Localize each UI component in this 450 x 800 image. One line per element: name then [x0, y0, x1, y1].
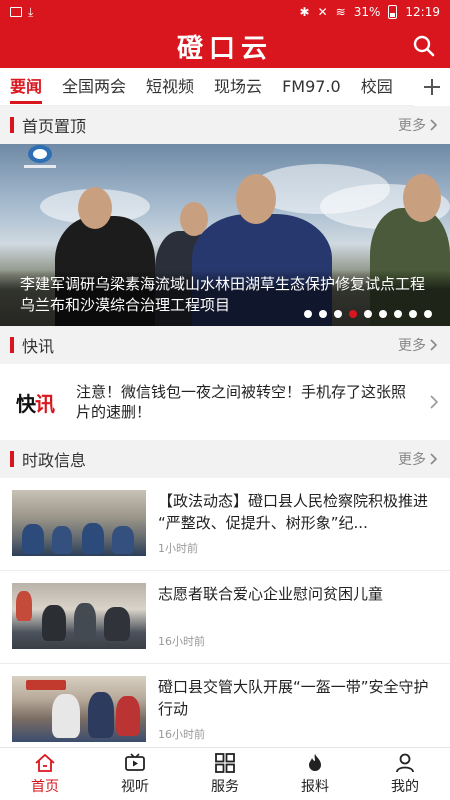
news-thumbnail: [12, 490, 146, 556]
news-item[interactable]: 【政法动态】磴口县人民检察院积极推进 “严整改、促提升、树形象”纪... 1小时…: [0, 478, 450, 571]
carousel-dot: [304, 310, 312, 318]
news-item[interactable]: 磴口县交管大队开展“一盔一带”安全守护行动 16小时前: [0, 664, 450, 757]
nav-report[interactable]: 报料: [270, 748, 360, 800]
carousel-dot: [379, 310, 387, 318]
battery-percent: 31%: [353, 5, 381, 19]
bluetooth-icon: ✱: [299, 5, 310, 19]
more-label: 更多: [398, 118, 426, 134]
app-header: 磴口云: [0, 24, 450, 68]
carousel-dot: [364, 310, 372, 318]
news-headline: 磴口县交管大队开展“一盔一带”安全守护行动: [158, 678, 429, 718]
news-thumbnail: [12, 676, 146, 742]
station-logo: [24, 145, 56, 168]
carousel-dot: [319, 310, 327, 318]
nav-label: 我的: [391, 779, 419, 795]
news-time: 1小时前: [158, 542, 198, 555]
section-marker: [10, 337, 14, 353]
banner-carousel[interactable]: 李建军调研乌梁素海流域山水林田湖草生态保护修复试点工程乌兰布和沙漠综合治理工程项…: [0, 144, 450, 326]
section-header-flash: 快讯 更多: [0, 326, 450, 364]
news-headline: 志愿者联合爱心企业慰问贫困儿童: [158, 585, 384, 603]
carousel-dot: [334, 310, 342, 318]
nav-av[interactable]: 视听: [90, 748, 180, 800]
grid-icon: [215, 753, 235, 773]
app-title: 磴口云: [176, 33, 273, 64]
nav-label: 服务: [211, 779, 239, 795]
section-header-top: 首页置顶 更多: [0, 106, 450, 144]
tab-short-video[interactable]: 短视频: [136, 68, 204, 106]
add-channel-button[interactable]: [414, 68, 450, 106]
carousel-dot: [424, 310, 432, 318]
section-title: 时政信息: [22, 451, 87, 470]
wifi-icon: ≋: [335, 5, 346, 19]
section-header-politics: 时政信息 更多: [0, 440, 450, 478]
flash-badge: 快讯: [16, 391, 55, 416]
news-list: 【政法动态】磴口县人民检察院积极推进 “严整改、促提升、树形象”纪... 1小时…: [0, 478, 450, 757]
nav-profile[interactable]: 我的: [360, 748, 450, 800]
tab-live[interactable]: 现场云: [204, 68, 272, 106]
section-marker: [10, 117, 14, 133]
news-time: 16小时前: [158, 635, 205, 648]
clock: 12:19: [405, 5, 440, 19]
search-icon[interactable]: [412, 34, 436, 58]
mute-icon: ✕: [317, 5, 328, 19]
flash-news-item[interactable]: 快讯 注意！微信钱包一夜之间被转空！手机存了这张照片的速删！: [0, 364, 450, 440]
more-label: 更多: [398, 338, 426, 354]
home-icon: [35, 753, 55, 772]
user-icon: [396, 753, 414, 773]
carousel-dot: [394, 310, 402, 318]
chevron-right-icon: [430, 119, 438, 131]
news-thumbnail: [12, 583, 146, 649]
status-bar: ⤓ ✱ ✕ ≋ 31% 12:19: [0, 0, 450, 24]
tab-fm[interactable]: FM97.0: [272, 68, 351, 106]
battery-icon: [388, 5, 398, 19]
nav-home[interactable]: 首页: [0, 748, 90, 800]
chevron-right-icon: [430, 339, 438, 351]
carousel-dot: [409, 310, 417, 318]
news-time: 16小时前: [158, 728, 205, 741]
channel-tabs: 要闻 全国两会 短视频 现场云 FM97.0 校园: [0, 68, 450, 106]
news-headline: 【政法动态】磴口县人民检察院积极推进 “严整改、促提升、树形象”纪...: [158, 492, 429, 532]
tv-icon: [125, 753, 145, 771]
section-title: 快讯: [22, 337, 55, 356]
nav-label: 首页: [31, 779, 59, 795]
section-title: 首页置顶: [22, 117, 87, 136]
plus-icon: [424, 79, 440, 95]
chevron-right-icon: [430, 453, 438, 465]
carousel-indicator: [304, 310, 432, 318]
flash-text: 注意！微信钱包一夜之间被转空！手机存了这张照片的速删！: [76, 383, 407, 421]
bottom-navigation: 首页 视听 服务 报料 我的: [0, 747, 450, 800]
section-marker: [10, 451, 14, 467]
notification-icon: [10, 7, 22, 17]
more-label: 更多: [398, 452, 426, 468]
carousel-dot-active: [349, 310, 357, 318]
news-item[interactable]: 志愿者联合爱心企业慰问贫困儿童 16小时前: [0, 571, 450, 664]
tab-campus[interactable]: 校园: [351, 68, 403, 106]
nav-label: 视听: [121, 779, 149, 795]
more-link[interactable]: 更多: [398, 449, 438, 469]
more-link[interactable]: 更多: [398, 335, 438, 355]
tab-news[interactable]: 要闻: [0, 68, 52, 106]
more-link[interactable]: 更多: [398, 115, 438, 135]
chevron-right-icon: [430, 395, 438, 409]
fire-icon: [309, 754, 321, 771]
tab-two-sessions[interactable]: 全国两会: [52, 68, 136, 106]
nav-services[interactable]: 服务: [180, 748, 270, 800]
download-icon: ⤓: [28, 4, 34, 19]
nav-label: 报料: [301, 779, 329, 795]
